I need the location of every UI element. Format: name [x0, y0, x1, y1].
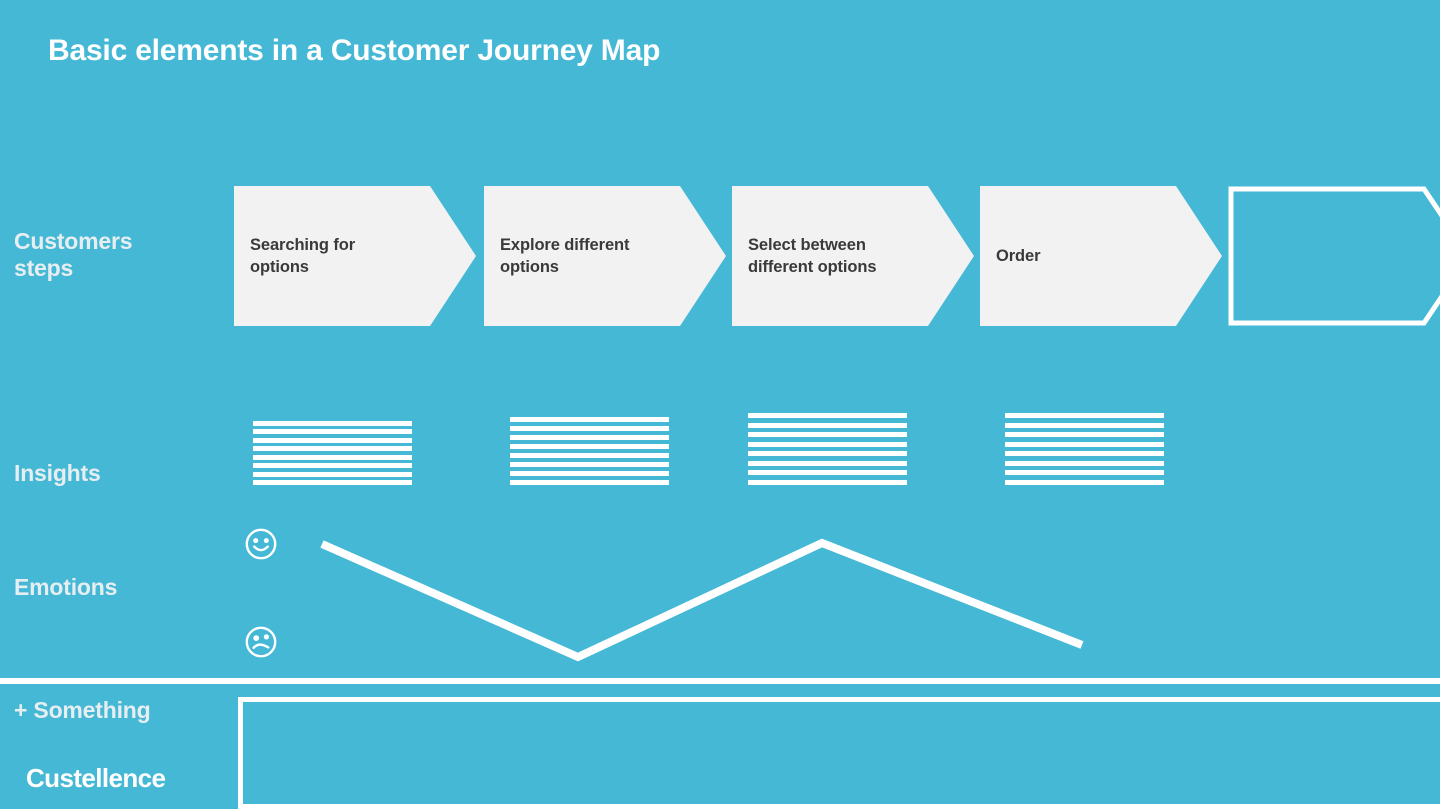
- insight-text-line: [253, 471, 412, 477]
- insight-text-line: [510, 462, 669, 467]
- row-label-insights: Insights: [14, 460, 101, 486]
- customer-step-label-line1: Order: [996, 246, 1041, 265]
- customer-step-label-line2: different options: [748, 258, 877, 276]
- insight-text-line: [253, 437, 412, 443]
- insight-text-line: [253, 446, 412, 452]
- insight-text-line: [748, 432, 907, 438]
- insight-text-line: [748, 422, 907, 428]
- insight-text-line: [1005, 460, 1164, 466]
- customer-step-label-line1: Select between: [748, 235, 866, 254]
- customer-step-label: Searching for options: [234, 234, 407, 279]
- customer-step-card[interactable]: Select between different options: [732, 186, 974, 326]
- insight-text-line: [748, 460, 907, 466]
- insight-text-line: [253, 454, 412, 460]
- insight-text-line: [748, 451, 907, 457]
- insight-text-line: [748, 479, 907, 485]
- customer-step-label-line1: Explore different: [500, 235, 630, 254]
- insight-text-line: [748, 441, 907, 447]
- footer-divider: [0, 678, 1440, 684]
- insight-note-card[interactable]: [748, 413, 907, 485]
- insight-text-line: [748, 470, 907, 476]
- customer-step-label-line1: Searching for: [250, 235, 356, 254]
- insight-text-line: [1005, 479, 1164, 485]
- customer-step-card[interactable]: Order: [980, 186, 1222, 326]
- insight-text-line: [253, 421, 412, 426]
- customer-step-label-line2: options: [500, 258, 559, 276]
- insight-text-line: [510, 471, 669, 476]
- journey-map-board: Basic elements in a Customer Journey Map…: [0, 0, 1440, 809]
- page-title: Basic elements in a Customer Journey Map: [48, 34, 661, 67]
- insight-note-card[interactable]: [510, 417, 669, 485]
- insight-text-line: [1005, 422, 1164, 428]
- customer-step-card[interactable]: Searching for options: [234, 186, 476, 326]
- insight-text-line: [1005, 413, 1164, 418]
- insight-text-line: [510, 426, 669, 431]
- insight-text-line: [510, 417, 669, 422]
- insight-text-line: [1005, 451, 1164, 457]
- insight-text-line: [1005, 470, 1164, 476]
- insight-text-line: [1005, 441, 1164, 447]
- customer-step-placeholder[interactable]: [1228, 186, 1440, 326]
- insight-text-line: [510, 444, 669, 449]
- emotion-curve[interactable]: [320, 538, 1084, 662]
- insight-text-line: [253, 429, 412, 435]
- add-row-button[interactable]: + Something: [14, 697, 151, 724]
- insight-note-card[interactable]: [1005, 413, 1164, 485]
- custellence-logo: Custellence: [26, 763, 166, 793]
- customer-steps-row: Searching for options Explore different opt…: [0, 186, 1440, 326]
- insight-text-line: [253, 463, 412, 469]
- customer-step-label: Order: [980, 245, 1092, 267]
- insight-text-line: [510, 453, 669, 458]
- insight-note-card[interactable]: [253, 421, 412, 485]
- customer-step-label-line2: options: [250, 258, 309, 276]
- customer-step-label: Explore different options: [484, 234, 681, 279]
- insight-text-line: [1005, 432, 1164, 438]
- insight-text-line: [253, 479, 412, 485]
- customer-step-card[interactable]: Explore different options: [484, 186, 726, 326]
- insight-text-line: [748, 413, 907, 418]
- customer-step-label: Select between different options: [732, 234, 928, 279]
- footer-placeholder-box[interactable]: [238, 697, 1440, 809]
- emotion-line-chart: [320, 538, 1084, 662]
- insight-text-line: [510, 480, 669, 485]
- insight-text-line: [510, 435, 669, 440]
